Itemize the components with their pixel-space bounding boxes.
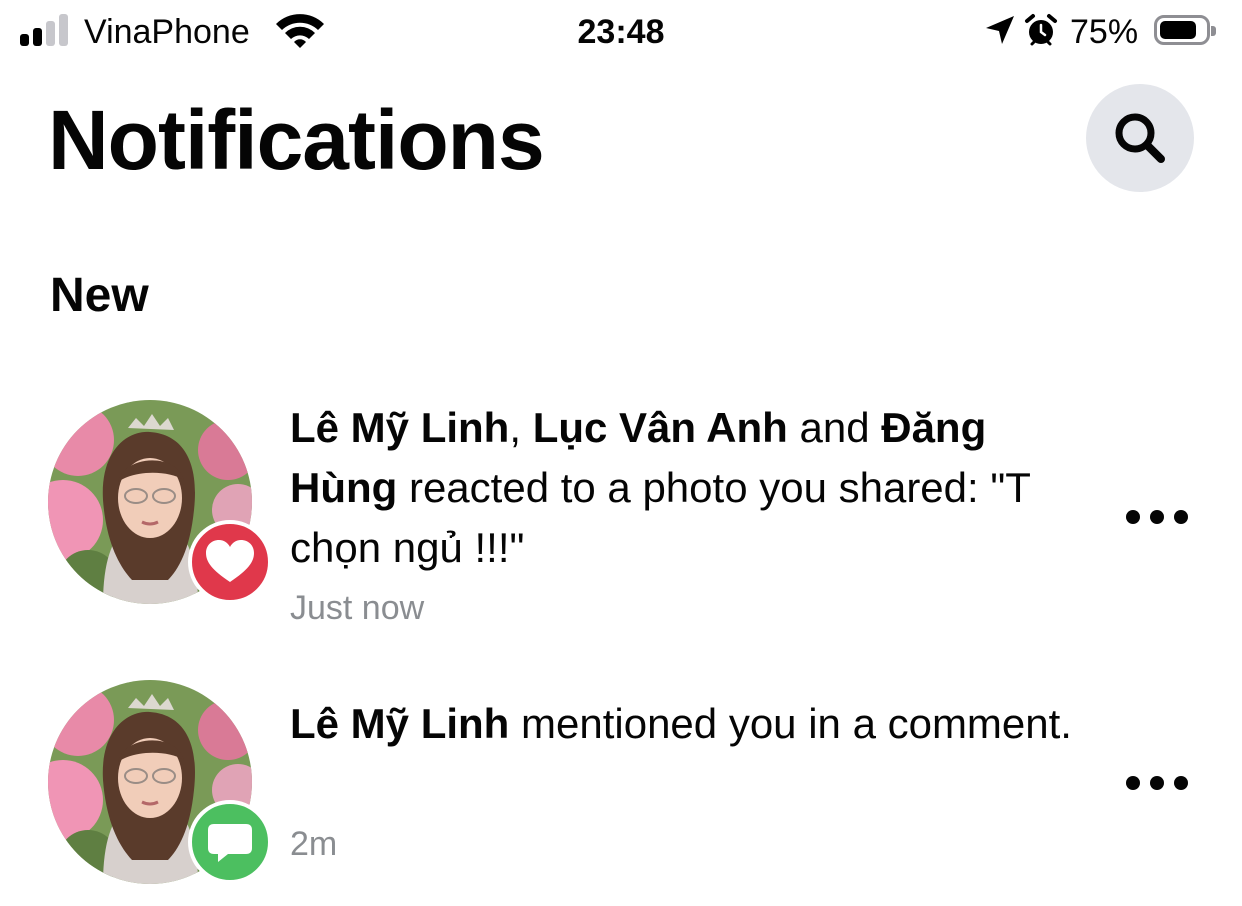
actor-name[interactable]: Lê Mỹ Linh (290, 700, 509, 747)
battery-percent: 75% (1070, 13, 1139, 51)
status-bar: VinaPhone 23:48 75% (0, 0, 1242, 66)
actor-name[interactable]: Lục Vân Anh (533, 404, 788, 451)
alarm-icon (1025, 14, 1057, 46)
actor-name[interactable]: Lê Mỹ Linh (290, 404, 509, 451)
location-arrow-icon (986, 16, 1014, 44)
comment-icon (208, 824, 252, 862)
battery-icon (1154, 15, 1216, 45)
notification-text: Lê Mỹ Linh mentioned you in a comment. (290, 694, 1080, 754)
section-title-new: New (50, 269, 149, 322)
notification-message: mentioned you in a comment. (509, 700, 1072, 747)
search-button[interactable] (1086, 84, 1194, 192)
notification-item[interactable]: Lê Mỹ Linh mentioned you in a comment. 2… (0, 660, 1242, 906)
notification-text: Lê Mỹ Linh, Lục Vân Anh and Đăng Hùng re… (290, 404, 1031, 571)
notification-item[interactable]: Lê Mỹ Linh, Lục Vân Anh and Đăng Hùng re… (0, 380, 1242, 640)
more-options-button[interactable] (1118, 752, 1198, 812)
heart-icon (206, 540, 254, 582)
notification-time: Just now (290, 589, 425, 627)
notification-time: 2m (290, 825, 338, 863)
heart-reaction-badge (188, 520, 272, 604)
notification-message: reacted to a photo you shared: "T chọn n… (290, 464, 1031, 571)
comment-badge (188, 800, 272, 884)
page-title: Notifications (48, 93, 545, 187)
search-icon (1115, 113, 1165, 163)
more-options-button[interactable] (1118, 486, 1198, 546)
